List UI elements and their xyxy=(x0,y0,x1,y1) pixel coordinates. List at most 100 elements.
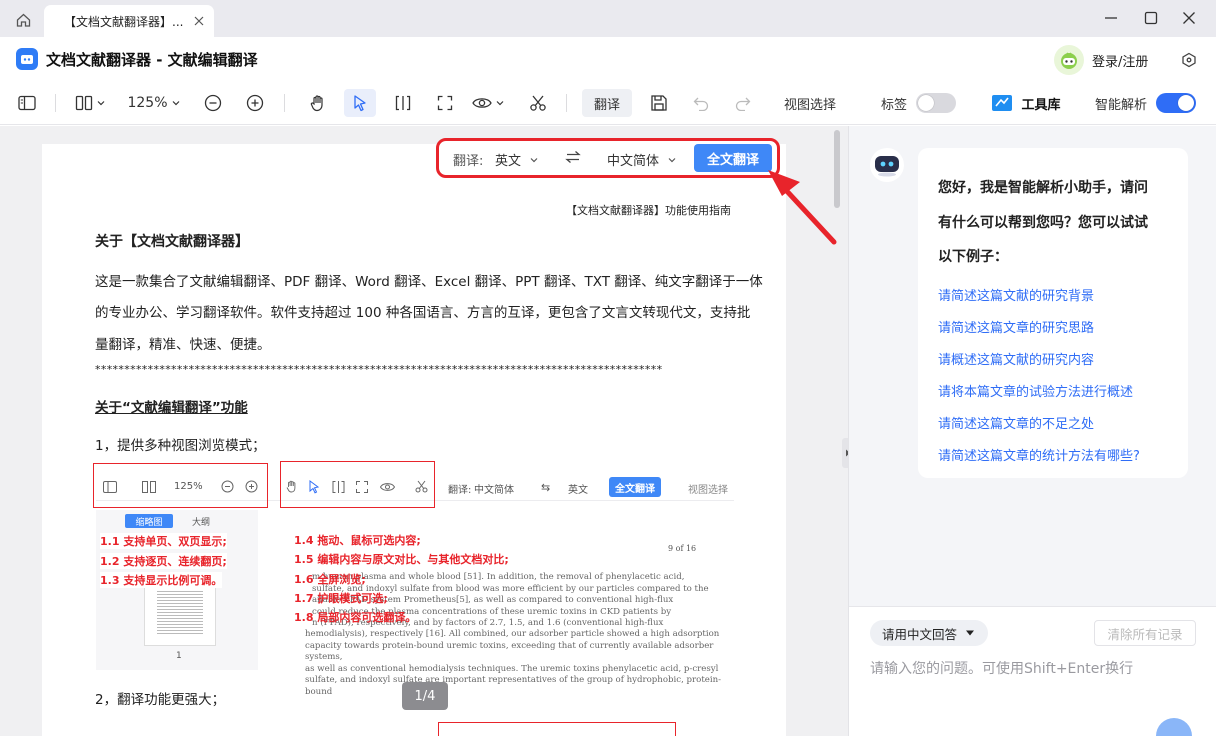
answer-language-dropdown[interactable]: 请用中文回答 xyxy=(870,620,988,646)
embedded-tab-outline: 大纲 xyxy=(192,518,211,528)
document-tab[interactable]: 【文档文献翻译器】... xyxy=(44,5,214,37)
embedded-tab-thumb: 缩略图 xyxy=(125,514,173,528)
window-close-button[interactable] xyxy=(1176,6,1202,30)
thumbnail-lines xyxy=(157,591,203,635)
home-button[interactable] xyxy=(10,9,36,31)
undo-icon xyxy=(693,97,709,111)
maximize-button[interactable] xyxy=(1138,6,1164,30)
settings-button[interactable] xyxy=(1178,49,1200,71)
save-icon xyxy=(651,95,667,111)
embedded-para-line: hemodialysis), respectively [16]. All co… xyxy=(305,629,720,639)
list-item: 2，翻译功能更强大； xyxy=(95,692,226,708)
section-title: 关于“文献编辑翻译”功能 xyxy=(95,400,248,416)
full-translate-button[interactable]: 全文翻译 xyxy=(694,144,772,172)
greeting-line: 您好，我是智能解析小助手，请问 xyxy=(938,180,1148,196)
note-item: 1.5 编辑内容与原文对比、与其他文档对比; xyxy=(294,551,509,567)
translate-button[interactable]: 翻译 xyxy=(582,89,632,117)
app-logo xyxy=(16,48,38,70)
answer-language-label: 请用中文回答 xyxy=(882,626,958,642)
chevron-down-icon xyxy=(668,158,676,163)
scissors-button[interactable] xyxy=(525,89,551,117)
embedded-page-of: 9 of 16 xyxy=(668,544,697,553)
undo-button[interactable] xyxy=(688,89,714,117)
embedded-paragraph: hemodialysis), respectively [16]. All co… xyxy=(305,629,735,698)
swap-language-button[interactable] xyxy=(565,150,581,168)
view-select-button[interactable]: 视图选择 xyxy=(774,89,846,117)
translation-bar: 翻译: 英文 中文简体 全文翻译 xyxy=(436,138,780,178)
page-indicator: 1/4 xyxy=(402,682,448,710)
note-item: 1.7 护眼模式可选; xyxy=(294,592,388,605)
select-tool-button[interactable] xyxy=(344,89,376,117)
fullscreen-button[interactable] xyxy=(432,89,458,117)
suggestion-link[interactable]: 请简述这篇文章的统计方法有哪些? xyxy=(938,445,1140,464)
assistant-avatar xyxy=(870,148,904,182)
note-item: 1.3 支持显示比例可调。 xyxy=(100,572,223,588)
redo-button[interactable] xyxy=(730,89,756,117)
compare-view-button[interactable] xyxy=(390,89,416,117)
zoom-in-button[interactable] xyxy=(242,89,268,117)
note-item: 1.8 局部内容可选翻译。 xyxy=(294,611,417,624)
suggestion-link[interactable]: 请将本篇文章的试验方法进行概述 xyxy=(938,381,1133,400)
user-avatar[interactable] xyxy=(1054,45,1084,75)
split-compare-icon xyxy=(395,95,411,111)
maximize-icon xyxy=(1144,11,1158,25)
zoom-out-icon xyxy=(204,94,222,112)
minimize-button[interactable] xyxy=(1098,6,1124,30)
target-language-dropdown[interactable]: 中文简体 xyxy=(607,150,677,169)
embedded-view-select: 视图选择 xyxy=(688,485,728,496)
zoom-out-button[interactable] xyxy=(200,89,226,117)
save-button[interactable] xyxy=(646,89,672,117)
chevron-down-icon xyxy=(172,101,179,106)
tools-library-button[interactable]: 工具库 xyxy=(986,89,1066,117)
embedded-para-line: sulfate, and indoxyl sulfate are importa… xyxy=(305,675,722,697)
chevron-down-icon xyxy=(530,158,538,163)
tab-close-button[interactable] xyxy=(190,12,208,30)
login-register-link[interactable]: 登录/注册 xyxy=(1092,51,1148,70)
toolbox-icon xyxy=(992,95,1013,111)
eye-mode-dropdown[interactable] xyxy=(468,89,508,117)
tags-toggle[interactable] xyxy=(916,93,956,113)
greeting-line: 以下例子： xyxy=(938,249,1008,265)
zoom-level: 125% xyxy=(127,95,168,111)
toggle-knob xyxy=(918,95,934,111)
minimize-icon xyxy=(1105,17,1117,19)
toolbar-separator xyxy=(284,94,285,112)
app-logo-icon xyxy=(21,55,33,64)
toggle-knob xyxy=(1178,95,1194,111)
scissors-icon xyxy=(530,95,546,111)
toolbar-separator xyxy=(566,94,567,112)
zoom-dropdown[interactable]: 125% xyxy=(124,89,184,117)
toolbar: 125% 翻译 视图选择 标签 工具库 智能解析 xyxy=(0,81,1216,125)
embedded-para-line: as well as conventional hemodialysis tec… xyxy=(305,663,719,674)
highlight-box-left xyxy=(93,463,268,508)
smart-analysis-label: 智能解析 xyxy=(1094,97,1147,113)
redo-icon xyxy=(735,97,751,111)
hexagon-settings-icon xyxy=(1182,52,1196,68)
double-page-icon xyxy=(75,95,92,111)
chat-input[interactable]: 请输入您的问题。可使用Shift+Enter换行 xyxy=(870,658,1133,678)
robot-icon xyxy=(875,156,899,177)
app-title: 文档文献翻译器 - 文献编辑翻译 xyxy=(46,51,258,69)
hand-tool-button[interactable] xyxy=(304,89,332,117)
note-item: 1.2 支持逐页、连续翻页; xyxy=(100,553,227,569)
embedded-para-line: m human plasma and whole blood [51]. In … xyxy=(312,572,685,582)
page-layout-dropdown[interactable] xyxy=(70,89,110,117)
home-icon xyxy=(16,13,30,27)
suggestion-link[interactable]: 请简述这篇文章的研究思路 xyxy=(938,317,1094,336)
embedded-translate-label: 翻译: xyxy=(448,485,472,496)
suggestion-link[interactable]: 请概述这篇文献的研究内容 xyxy=(938,349,1094,368)
source-language-dropdown[interactable]: 英文 xyxy=(495,150,539,169)
clear-history-button[interactable]: 清除所有记录 xyxy=(1094,620,1196,646)
paragraph-line: 这是一款集合了文献编辑翻译、PDF 翻译、Word 翻译、Excel 翻译、PP… xyxy=(95,274,763,290)
star-divider: ****************************************… xyxy=(95,363,663,376)
embedded-full-translate: 全文翻译 xyxy=(609,477,661,497)
paragraph-line: 量翻译，精准、快速、便捷。 xyxy=(95,337,271,353)
translation-label: 翻译: xyxy=(453,154,484,169)
hand-icon xyxy=(310,95,323,112)
note-item: 1.1 支持单页、双页显示; xyxy=(100,533,227,549)
suggestion-link[interactable]: 请简述这篇文献的研究背景 xyxy=(938,285,1094,304)
sidebar-toggle-button[interactable] xyxy=(14,89,40,117)
smart-analysis-toggle[interactable] xyxy=(1156,93,1196,113)
suggestion-link[interactable]: 请简述这篇文章的不足之处 xyxy=(938,413,1094,432)
embedded-source-lang: 英文 xyxy=(568,485,588,496)
